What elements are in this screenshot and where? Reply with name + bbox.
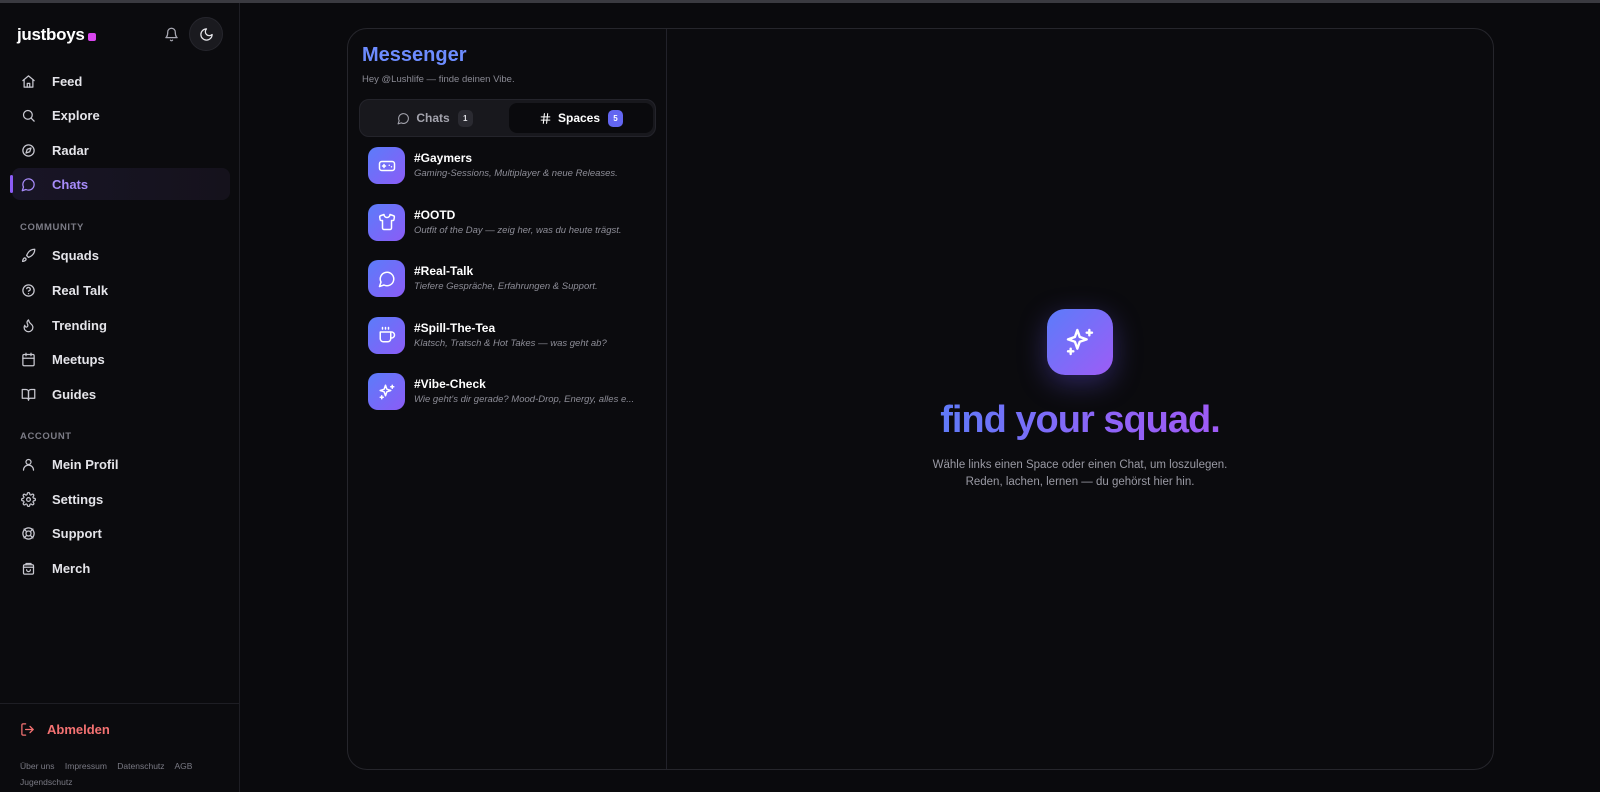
sidebar-item-explore[interactable]: Explore (12, 99, 230, 131)
list-item[interactable]: #Vibe-Check Wie geht's dir gerade? Mood-… (368, 373, 658, 430)
footer-link-about[interactable]: Über uns (20, 761, 55, 771)
sidebar-item-label: Support (52, 525, 102, 541)
space-description: Wie geht's dir gerade? Mood-Drop, Energy… (414, 394, 635, 406)
space-description: Tiefere Gespräche, Erfahrungen & Support… (414, 281, 598, 293)
shopping-bag-icon (20, 560, 36, 576)
sidebar-item-label: Real Talk (52, 282, 109, 298)
logout-label: Abmelden (47, 722, 110, 737)
sidebar-item-label: Merch (52, 560, 91, 576)
sidebar-item-radar[interactable]: Radar (12, 134, 230, 166)
sidebar-item-label: Guides (52, 386, 97, 402)
bell-icon (164, 27, 178, 41)
sidebar-item-label: Explore (52, 107, 100, 123)
sidebar-divider (0, 703, 240, 704)
space-description: Klatsch, Tratsch & Hot Takes — was geht … (414, 337, 607, 349)
empty-state-line-1: Wähle links einen Space oder einen Chat,… (932, 459, 1228, 471)
lifebuoy-icon (20, 525, 36, 541)
gear-icon (20, 491, 36, 507)
sidebar-item-label: Mein Profil (52, 456, 119, 472)
space-name: #Gaymers (414, 151, 473, 165)
sidebar-item-real-talk[interactable]: Real Talk (12, 274, 230, 306)
tab-spaces[interactable]: Spaces 5 (509, 103, 653, 133)
brand-name: justboys (17, 25, 85, 44)
list-item[interactable]: #Gaymers Gaming-Sessions, Multiplayer & … (368, 147, 658, 204)
count-badge: 1 (457, 109, 473, 127)
tab-label: Chats (416, 111, 450, 125)
space-name: #Real-Talk (414, 264, 474, 279)
conversation-list-pane: Messenger Hey @Lushlife — finde deinen V… (348, 29, 667, 769)
brand-dot (87, 33, 96, 41)
space-list: #Gaymers Gaming-Sessions, Multiplayer & … (368, 147, 658, 430)
sidebar-item-label: Settings (52, 491, 104, 507)
gamepad-icon (368, 147, 405, 184)
sidebar-item-label: Chats (52, 176, 89, 192)
space-description: Gaming-Sessions, Multiplayer & neue Rele… (414, 168, 618, 179)
notifications-button[interactable] (160, 23, 182, 45)
sidebar-item-meetups[interactable]: Meetups (12, 343, 230, 375)
chat-bubble-icon (20, 176, 36, 192)
sidebar-item-support[interactable]: Support (12, 517, 230, 549)
sidebar: justboys Feed Explore Radar Chats COMMUN… (0, 3, 240, 792)
sparkles-icon (368, 373, 405, 411)
count-badge: 5 (608, 109, 624, 127)
space-name: #Vibe-Check (414, 377, 486, 392)
sidebar-item-merch[interactable]: Merch (12, 552, 230, 584)
sidebar-item-profile[interactable]: Mein Profil (12, 448, 230, 480)
section-label-account: ACCOUNT (20, 431, 72, 442)
flame-icon (20, 317, 36, 333)
sparkles-icon (1047, 309, 1113, 375)
chat-bubble-icon (397, 112, 410, 124)
chat-bubble-icon (368, 260, 405, 298)
space-name: #Spill-The-Tea (414, 320, 496, 335)
compass-icon (20, 142, 36, 158)
hash-icon (540, 112, 551, 124)
home-icon (20, 73, 36, 89)
footer-link-youth-protection[interactable]: Jugendschutz (20, 777, 72, 787)
rocket-icon (20, 247, 36, 263)
footer-link-imprint[interactable]: Impressum (65, 761, 107, 771)
sidebar-item-squads[interactable]: Squads (12, 239, 230, 271)
tab-label: Spaces (557, 111, 601, 125)
tshirt-icon (368, 203, 405, 241)
calendar-icon (20, 351, 36, 367)
page-subtitle: Hey @Lushlife — finde deinen Vibe. (362, 74, 515, 85)
logout-icon (21, 723, 34, 736)
sidebar-item-label: Squads (52, 247, 99, 263)
window-top-border (0, 0, 1600, 3)
sidebar-item-label: Feed (52, 73, 83, 89)
sidebar-item-label: Radar (52, 142, 89, 158)
tab-chats[interactable]: Chats 1 (363, 103, 507, 133)
list-item[interactable]: #Spill-The-Tea Klatsch, Tratsch & Hot Ta… (368, 316, 658, 374)
footer-link-terms[interactable]: AGB (174, 761, 192, 771)
footer-link-privacy[interactable]: Datenschutz (117, 761, 164, 771)
sidebar-item-settings[interactable]: Settings (12, 483, 230, 515)
theme-toggle-button[interactable] (189, 17, 223, 51)
sidebar-item-feed[interactable]: Feed (12, 65, 230, 97)
help-circle-icon (20, 282, 36, 298)
messenger-tabs: Chats 1 Spaces 5 (359, 99, 656, 137)
cup-icon (368, 316, 405, 354)
list-item[interactable]: #OOTD Outfit of the Day — zeig her, was … (368, 203, 658, 261)
footer-links: Über uns Impressum Datenschutz AGB Jugen… (20, 758, 220, 790)
sidebar-item-trending[interactable]: Trending (12, 309, 230, 341)
logout-button[interactable]: Abmelden (20, 722, 110, 737)
page-title: Messenger (362, 44, 467, 66)
list-item[interactable]: #Real-Talk Tiefere Gespräche, Erfahrunge… (368, 260, 658, 317)
sidebar-item-label: Trending (52, 317, 107, 333)
brand-logo[interactable]: justboys (17, 24, 96, 46)
section-label-community: COMMUNITY (20, 222, 84, 233)
empty-state-title: find your squad. (920, 399, 1240, 442)
sidebar-item-guides[interactable]: Guides (12, 378, 230, 410)
user-icon (20, 456, 36, 472)
search-icon (20, 107, 36, 123)
book-icon (20, 386, 36, 402)
empty-state-line-2: Reden, lachen, lernen — du gehörst hier … (965, 476, 1195, 488)
moon-icon (199, 27, 213, 41)
sidebar-item-label: Meetups (52, 351, 105, 367)
space-name: #OOTD (414, 207, 456, 222)
space-description: Outfit of the Day — zeig her, was du heu… (414, 224, 622, 236)
empty-state-text: Wähle links einen Space oder einen Chat,… (867, 457, 1293, 491)
sidebar-item-chats[interactable]: Chats (10, 168, 230, 200)
